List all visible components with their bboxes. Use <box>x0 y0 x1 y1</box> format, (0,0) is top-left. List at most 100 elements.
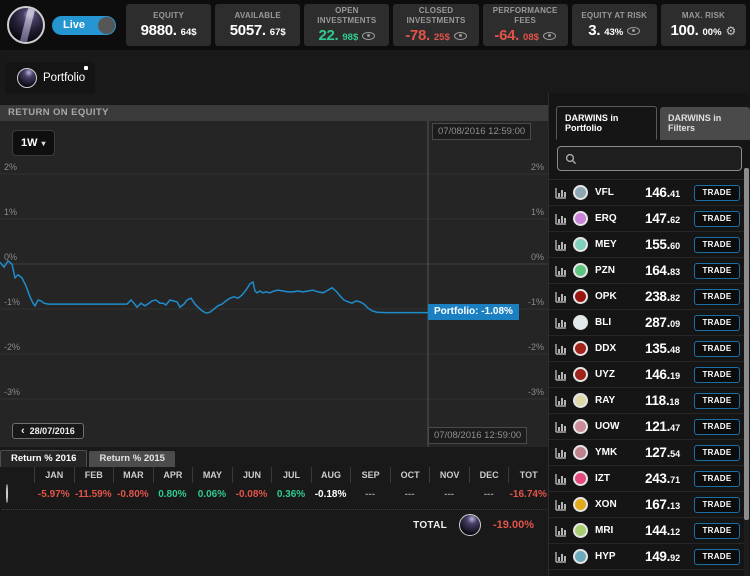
darwin-row-vfl[interactable]: VFL146.41TRADE <box>549 180 750 206</box>
trade-button[interactable]: TRADE <box>694 445 740 461</box>
tab-portfolio[interactable]: Portfolio <box>5 62 95 93</box>
darwin-row-erq[interactable]: ERQ147.62TRADE <box>549 206 750 232</box>
bar-chart-icon[interactable] <box>555 291 567 303</box>
month-header-jul: JUL <box>271 467 311 483</box>
tab-return-2016[interactable]: Return % 2016 <box>0 450 87 467</box>
value-integer: 243. <box>645 471 670 486</box>
value-decimals: 18 <box>669 397 679 407</box>
bar-chart-icon[interactable] <box>555 499 567 511</box>
bar-chart-icon[interactable] <box>555 239 567 251</box>
stat-box-open-investments: OPEN INVESTMENTS22.98$ <box>304 4 389 46</box>
darwin-row-ymk[interactable]: YMK127.54TRADE <box>549 440 750 466</box>
darwin-price: 238.82 <box>631 288 688 306</box>
content: RETURN ON EQUITY 2%2%1%1%0%0%-1%-1%-2%-2… <box>0 93 750 576</box>
darwin-row-xon[interactable]: XON167.13TRADE <box>549 492 750 518</box>
darwin-ticker: MEY <box>595 239 631 250</box>
y-tick-right: 1% <box>531 207 544 217</box>
darwin-search-box <box>557 146 742 171</box>
trade-button[interactable]: TRADE <box>694 315 740 331</box>
darwin-color-avatar <box>573 237 588 252</box>
darwin-row-hyp[interactable]: HYP149.92TRADE <box>549 544 750 570</box>
stat-value: 100.00%⚙ <box>671 22 737 39</box>
trade-button[interactable]: TRADE <box>694 419 740 435</box>
user-avatar[interactable] <box>7 6 45 44</box>
month-value-jan: -5.97% <box>34 489 74 500</box>
bar-chart-icon[interactable] <box>555 187 567 199</box>
bar-chart-icon[interactable] <box>555 525 567 537</box>
bar-chart-icon[interactable] <box>555 369 567 381</box>
portfolio-row-avatar[interactable] <box>6 484 8 503</box>
chart-canvas[interactable]: 2%2%1%1%0%0%-1%-1%-2%-2%-3%-3% 1W ▾ 07/0… <box>0 121 548 447</box>
trade-button[interactable]: TRADE <box>694 497 740 513</box>
tab-darwins-in-portfolio[interactable]: DARWINS in Portfolio <box>556 106 657 140</box>
month-header-oct: OCT <box>390 467 430 483</box>
toggle-knob <box>98 17 115 34</box>
month-value-nov: --- <box>429 489 469 500</box>
eye-icon[interactable] <box>543 32 556 40</box>
y-tick-right: -1% <box>528 297 544 307</box>
darwin-row-mri[interactable]: MRI144.12TRADE <box>549 518 750 544</box>
live-toggle-label: Live <box>63 19 85 31</box>
trade-button[interactable]: TRADE <box>694 341 740 357</box>
darwin-row-ddx[interactable]: DDX135.48TRADE <box>549 336 750 362</box>
darwin-row-ray[interactable]: RAY118.18TRADE <box>549 388 750 414</box>
bar-chart-icon[interactable] <box>555 317 567 329</box>
value-integer: 144. <box>645 523 670 538</box>
value-integer: 118. <box>645 393 669 408</box>
live-toggle[interactable]: Live <box>52 16 116 35</box>
bar-chart-icon[interactable] <box>555 395 567 407</box>
trade-button[interactable]: TRADE <box>694 471 740 487</box>
value-decimals: 19 <box>670 371 680 381</box>
darwin-row-opk[interactable]: OPK238.82TRADE <box>549 284 750 310</box>
tab-darwins-in-filters[interactable]: DARWINS in Filters <box>660 107 750 140</box>
value-integer: 121. <box>645 419 670 434</box>
trade-button[interactable]: TRADE <box>694 237 740 253</box>
darwin-row-izt[interactable]: IZT243.71TRADE <box>549 466 750 492</box>
eye-icon[interactable] <box>362 32 375 40</box>
bar-chart-icon[interactable] <box>555 213 567 225</box>
eye-icon[interactable] <box>454 32 467 40</box>
range-selector-value: 1W <box>21 137 38 149</box>
darwin-row-uyz[interactable]: UYZ146.19TRADE <box>549 362 750 388</box>
y-tick-left: -1% <box>4 297 20 307</box>
trade-button[interactable]: TRADE <box>694 289 740 305</box>
trade-button[interactable]: TRADE <box>694 367 740 383</box>
value-decimals: 83 <box>670 267 680 277</box>
month-header-apr: APR <box>153 467 193 483</box>
darwin-color-avatar <box>573 497 588 512</box>
bar-chart-icon[interactable] <box>555 447 567 459</box>
value-integer: 164. <box>645 263 670 278</box>
trade-button[interactable]: TRADE <box>694 185 740 201</box>
trade-button[interactable]: TRADE <box>694 393 740 409</box>
bar-chart-icon[interactable] <box>555 343 567 355</box>
range-selector-button[interactable]: 1W ▾ <box>12 130 55 156</box>
darwin-ticker: HYP <box>595 551 631 562</box>
eye-icon[interactable] <box>627 27 640 35</box>
value-integer: 9880. <box>141 22 177 39</box>
darwin-row-pzn[interactable]: PZN 164.83 TRADE <box>549 258 750 284</box>
darwins-panel: DARWINS in Portfolio DARWINS in Filters … <box>548 93 750 576</box>
chart-date-back-button[interactable]: ‹ 28/07/2016 <box>12 423 84 439</box>
darwin-color-avatar <box>573 445 588 460</box>
darwin-row-mey[interactable]: MEY155.60TRADE <box>549 232 750 258</box>
tab-return-2015[interactable]: Return % 2015 <box>89 451 174 467</box>
bar-chart-icon[interactable] <box>555 265 567 277</box>
darwin-row-bli[interactable]: BLI287.09TRADE <box>549 310 750 336</box>
bar-chart-icon[interactable] <box>555 421 567 433</box>
chevron-left-icon: ‹ <box>21 427 25 436</box>
darwin-ticker: PZN <box>595 265 631 276</box>
trade-button[interactable]: TRADE <box>694 523 740 539</box>
gear-icon[interactable]: ⚙ <box>726 27 737 35</box>
bar-chart-icon[interactable] <box>555 473 567 485</box>
search-input[interactable] <box>582 153 732 165</box>
total-label: TOTAL <box>413 520 447 531</box>
y-tick-left: -3% <box>4 387 20 397</box>
darwin-row-uow[interactable]: UOW121.47TRADE <box>549 414 750 440</box>
month-value-jul: 0.36% <box>271 489 311 500</box>
scrollbar-thumb[interactable] <box>744 168 749 520</box>
trade-button[interactable]: TRADE <box>694 549 740 565</box>
main-column: RETURN ON EQUITY 2%2%1%1%0%0%-1%-1%-2%-2… <box>0 93 548 576</box>
bar-chart-icon[interactable] <box>555 551 567 563</box>
trade-button[interactable]: TRADE <box>694 263 740 279</box>
trade-button[interactable]: TRADE <box>694 211 740 227</box>
